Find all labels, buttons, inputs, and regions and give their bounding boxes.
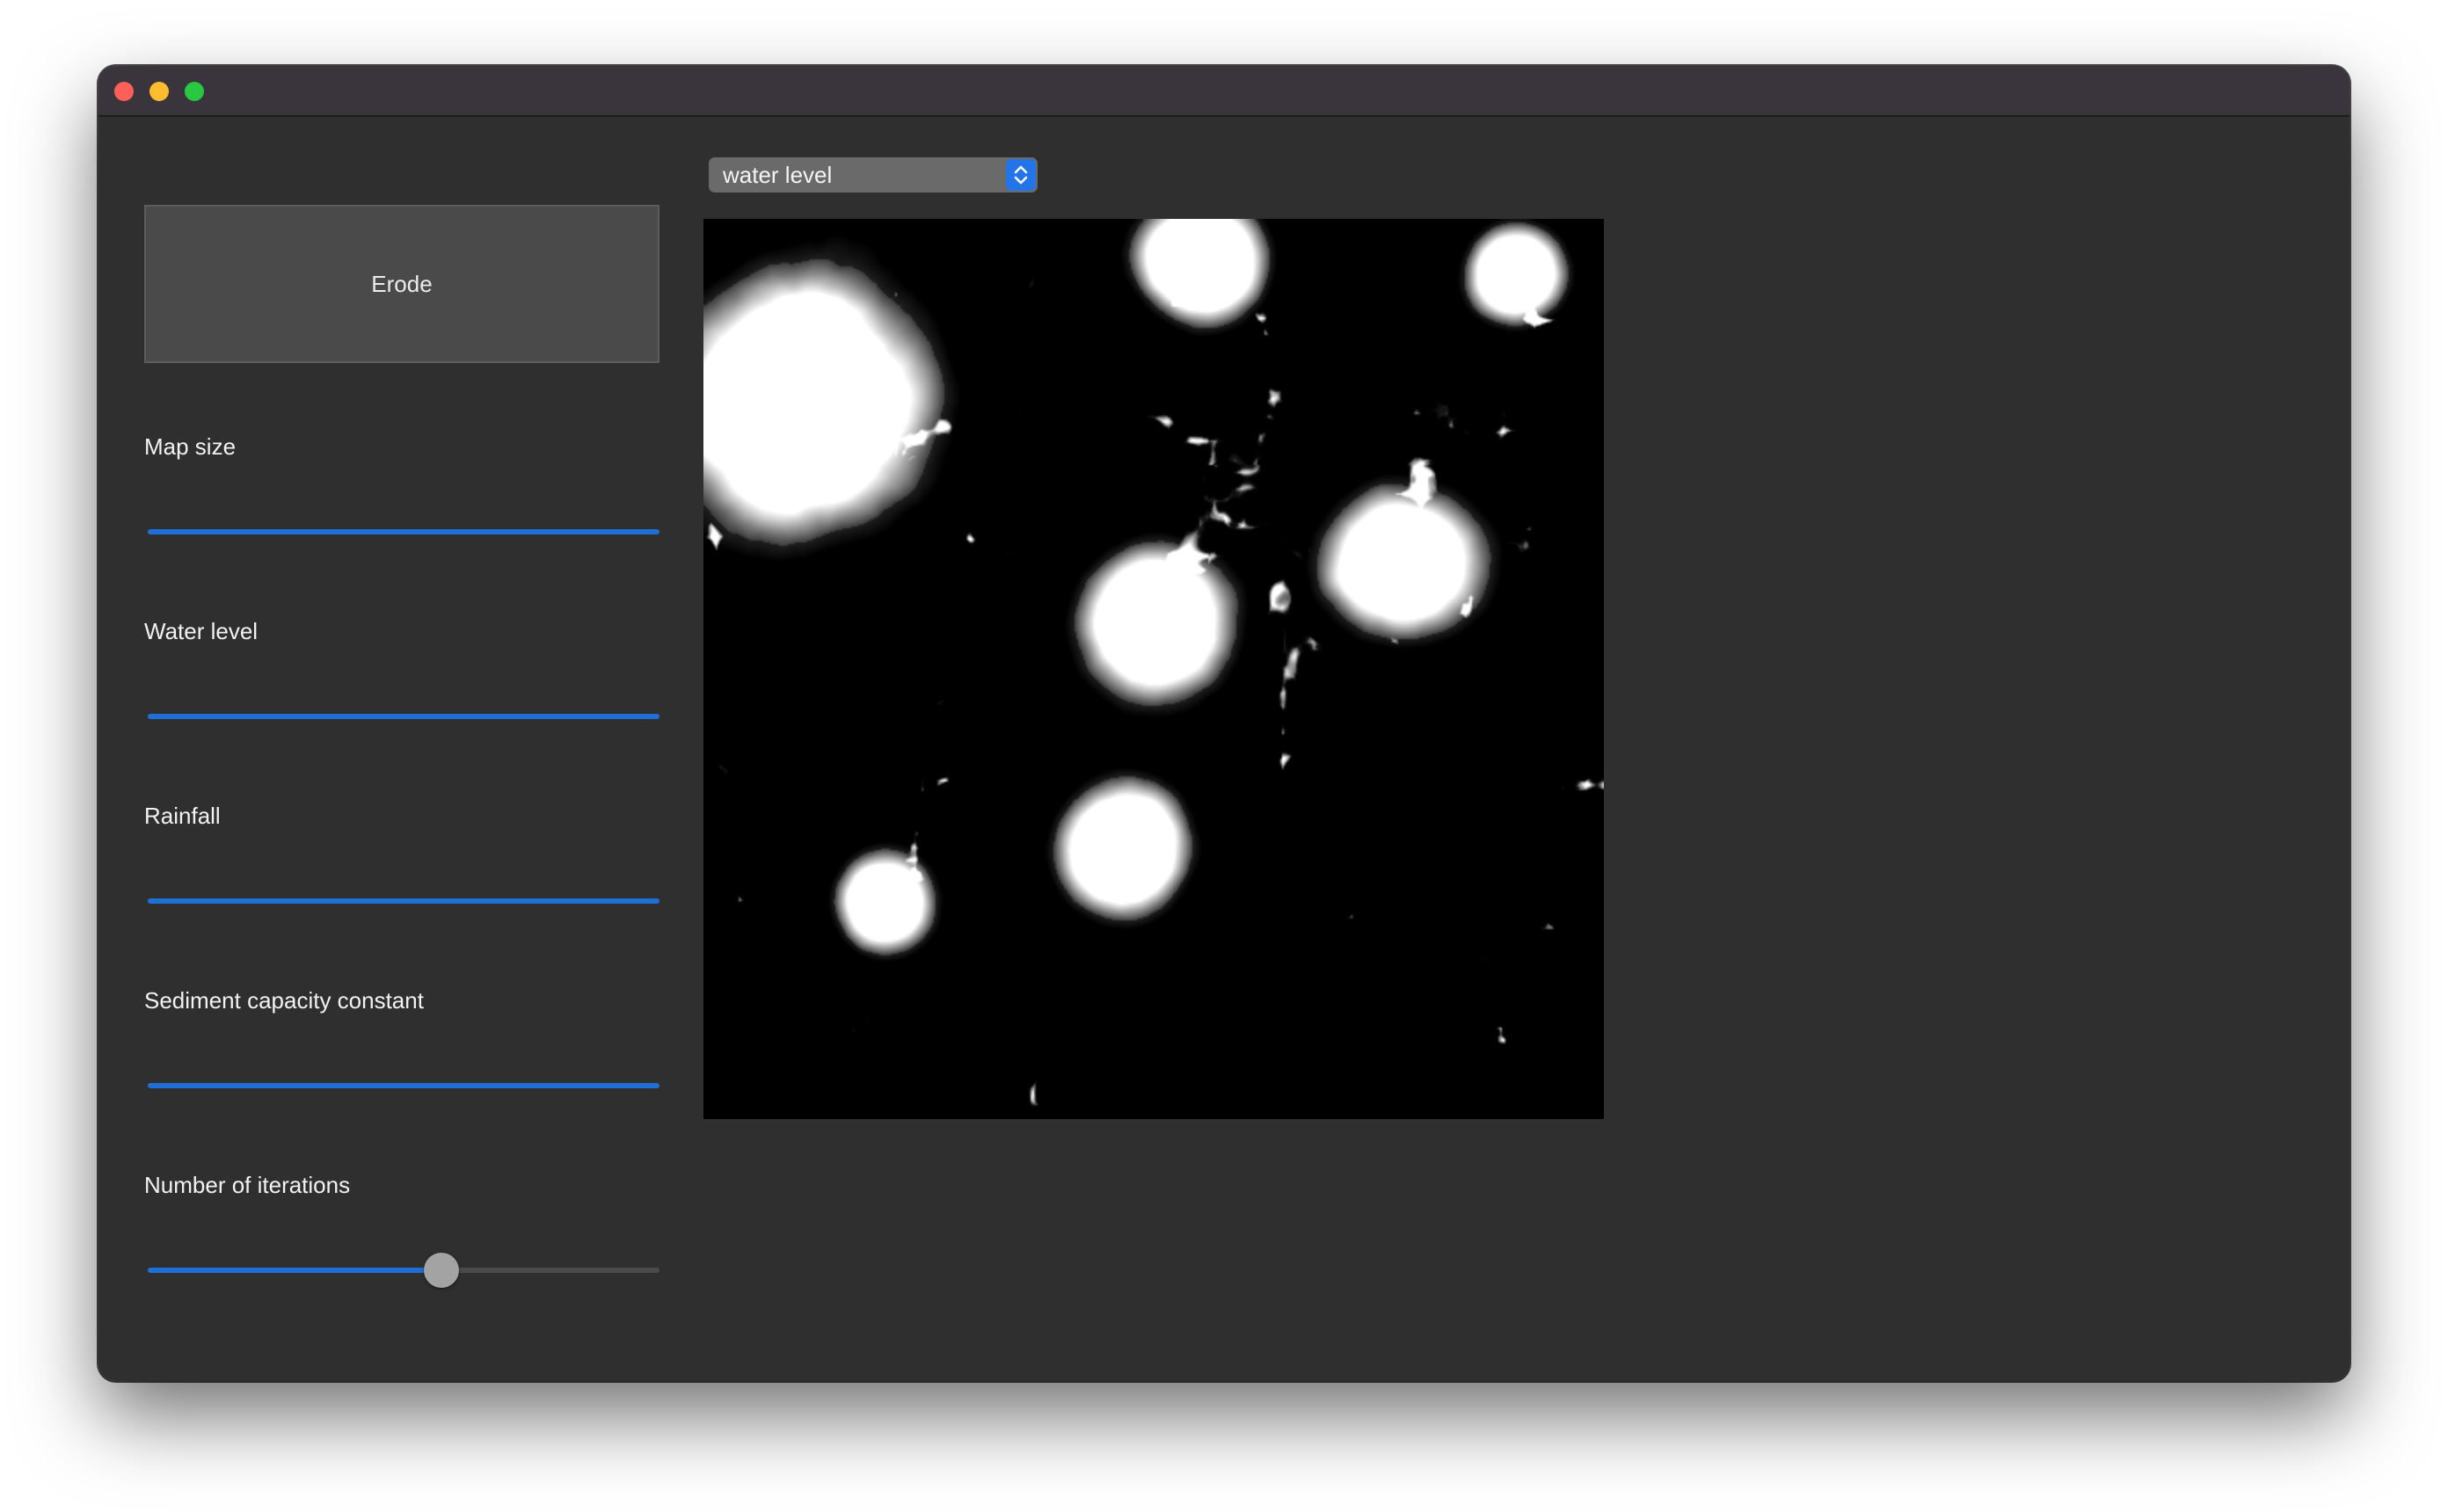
slider-fill: [148, 898, 659, 904]
view-mode-select[interactable]: water level: [709, 157, 1038, 193]
water-level-label: Water level: [144, 618, 259, 644]
slider-fill: [148, 529, 659, 534]
rainfall-label: Rainfall: [144, 803, 221, 829]
maximize-window-button[interactable]: [185, 82, 204, 101]
sediment-capacity-slider[interactable]: [148, 1066, 659, 1105]
slider-fill: [148, 1083, 659, 1088]
slider-fill: [148, 1268, 442, 1273]
water-level-slider[interactable]: [148, 697, 659, 736]
slider-fill: [148, 714, 659, 719]
minimize-window-button[interactable]: [149, 82, 169, 101]
sediment-capacity-label: Sediment capacity constant: [144, 987, 424, 1014]
erode-button[interactable]: Erode: [144, 205, 659, 363]
slider-knob[interactable]: [424, 1253, 460, 1288]
title-bar[interactable]: [98, 66, 2350, 117]
erode-button-label: Erode: [371, 270, 433, 297]
close-window-button[interactable]: [114, 82, 134, 101]
map-size-slider[interactable]: [148, 512, 659, 551]
view-mode-value: water level: [723, 162, 833, 188]
rainfall-slider[interactable]: [148, 882, 659, 920]
iterations-slider[interactable]: [148, 1251, 659, 1290]
map-size-label: Map size: [144, 433, 237, 460]
app-window: Erode Map size Water level Rainfall Sedi…: [98, 66, 2350, 1381]
chevron-up-down-icon: [1006, 159, 1036, 191]
terrain-map-image: [703, 219, 1604, 1119]
iterations-label: Number of iterations: [144, 1172, 351, 1198]
